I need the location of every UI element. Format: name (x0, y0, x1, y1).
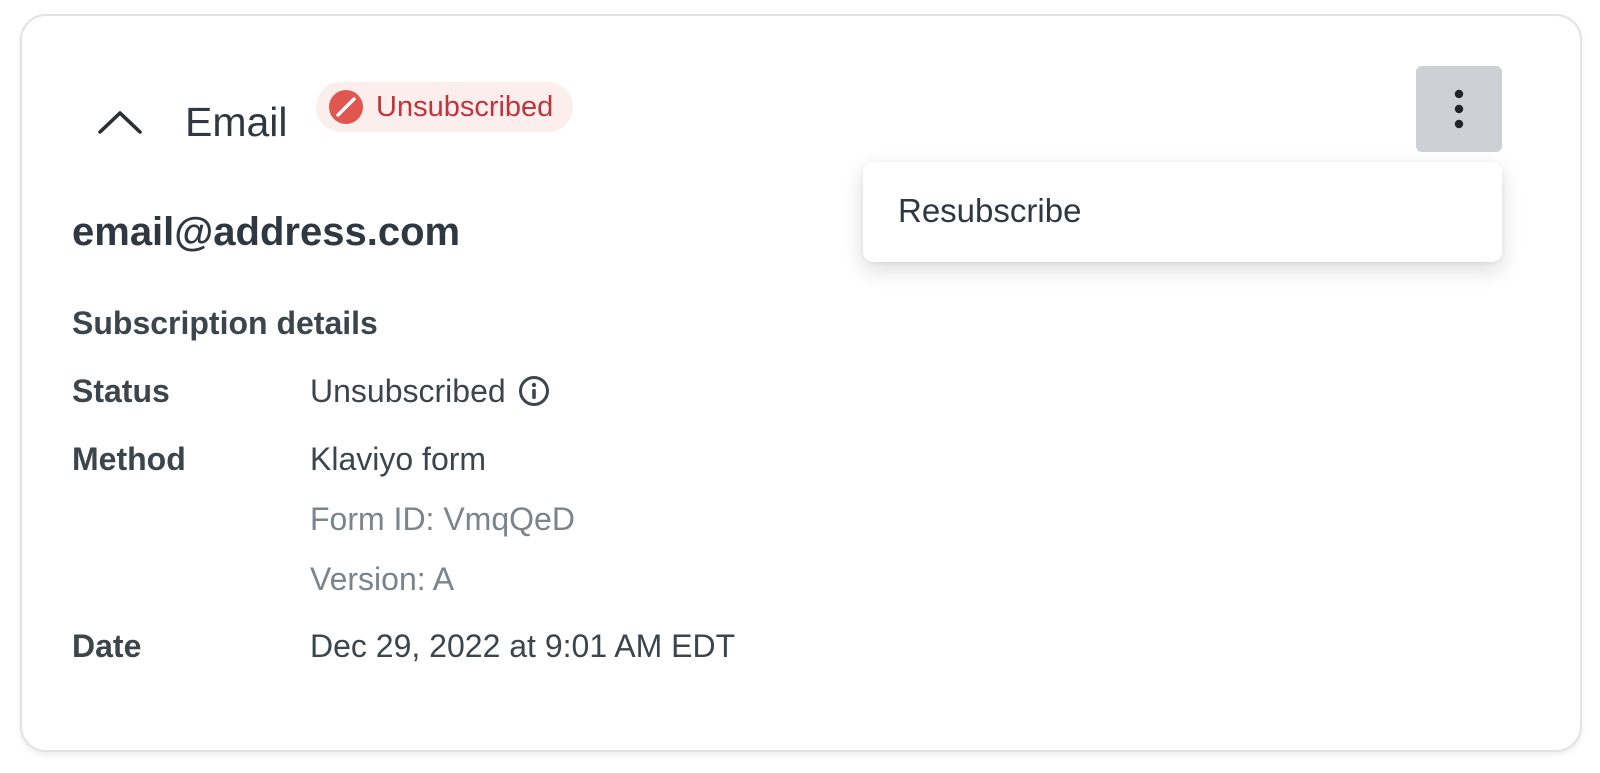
status-label: Status (72, 373, 170, 409)
date-value: Dec 29, 2022 at 9:01 AM EDT (310, 628, 736, 664)
email-address: email@address.com (72, 210, 461, 254)
status-value-row: Unsubscribed (310, 371, 550, 411)
method-value: Klaviyo form (310, 441, 487, 477)
kebab-vertical-icon (1454, 89, 1464, 129)
resubscribe-menu-item[interactable]: Resubscribe (898, 190, 1081, 232)
prohibited-icon (328, 89, 364, 125)
status-value: Unsubscribed (310, 373, 506, 409)
chevron-up-icon (98, 111, 142, 134)
collapse-toggle[interactable] (90, 92, 150, 152)
channel-title: Email (185, 99, 288, 145)
form-id: Form ID: VmqQeD (310, 501, 575, 537)
status-badge: Unsubscribed (316, 82, 574, 132)
info-icon[interactable] (518, 375, 550, 407)
date-label: Date (72, 628, 142, 664)
method-label: Method (72, 441, 186, 477)
subscription-details-heading: Subscription details (72, 305, 378, 341)
status-badge-label: Unsubscribed (376, 90, 554, 123)
email-subscription-card: Email Unsubscribed Resubscribe email@add… (20, 14, 1582, 752)
more-options-button[interactable] (1416, 66, 1502, 152)
options-dropdown-menu: Resubscribe (863, 162, 1502, 262)
form-version: Version: A (310, 561, 455, 597)
